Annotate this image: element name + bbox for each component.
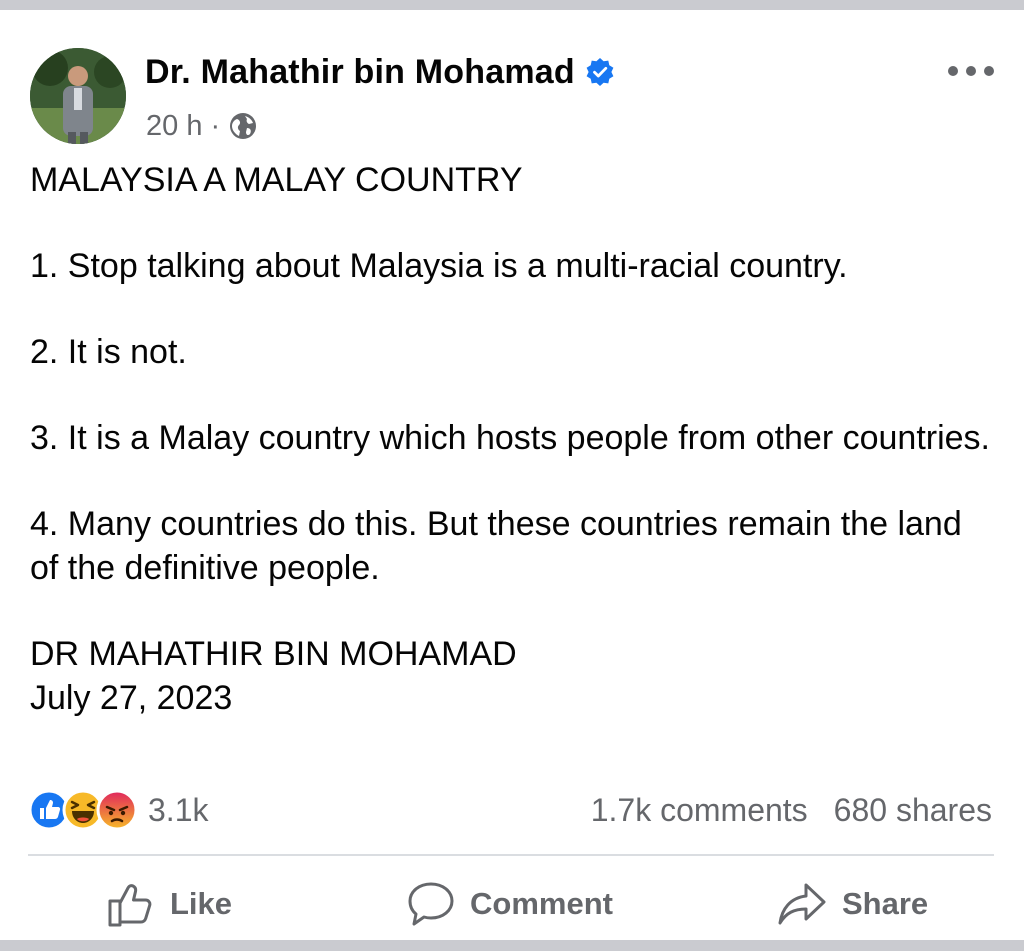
more-options-button[interactable] (948, 56, 994, 86)
post-point-1: 1. Stop talking about Malaysia is a mult… (30, 247, 848, 285)
comment-label: Comment (470, 886, 613, 921)
post-point-2: 2. It is not. (30, 333, 187, 371)
author-header: Dr. Mahathir bin Mohamad (145, 50, 615, 94)
feed-separator (0, 940, 1024, 951)
share-button[interactable]: Share (776, 876, 928, 932)
post-signature: DR MAHATHIR BIN MOHAMAD (30, 635, 517, 673)
comments-count[interactable]: 1.7k comments (591, 792, 808, 829)
post-meta: 20 h · (146, 106, 258, 146)
post-point-4: 4. Many countries do this. But these cou… (30, 505, 962, 587)
more-dot (984, 66, 994, 76)
post-card: Dr. Mahathir bin Mohamad 20 h · MALAYSIA… (0, 10, 1024, 940)
more-dot (948, 66, 958, 76)
post-date: July 27, 2023 (30, 679, 233, 717)
post-heading: MALAYSIA A MALAY COUNTRY (30, 161, 523, 199)
engagement-stats: 1.7k comments 680 shares (591, 786, 992, 834)
reactions-count: 3.1k (148, 791, 209, 828)
share-icon (778, 883, 826, 925)
verified-badge-icon (586, 58, 614, 86)
profile-photo (30, 48, 126, 144)
comment-icon (408, 882, 454, 926)
avatar[interactable] (30, 48, 126, 144)
like-button[interactable]: Like (106, 876, 232, 932)
post-time[interactable]: 20 h (146, 110, 202, 143)
divider (28, 854, 994, 856)
post-text: MALAYSIA A MALAY COUNTRY 1. Stop talking… (30, 158, 990, 720)
post-point-3: 3. It is a Malay country which hosts peo… (30, 419, 991, 457)
share-label: Share (842, 886, 929, 921)
shares-count[interactable]: 680 shares (834, 792, 992, 829)
more-dot (966, 66, 976, 76)
comment-button[interactable]: Comment (406, 876, 613, 932)
reaction-icons (28, 789, 138, 831)
meta-separator: · (210, 109, 221, 142)
angry-reaction-icon (96, 789, 138, 831)
globe-icon (230, 113, 257, 139)
author-name[interactable]: Dr. Mahathir bin Mohamad (145, 53, 575, 92)
thumbs-up-icon (108, 884, 152, 927)
like-label: Like (170, 886, 233, 921)
reactions-summary[interactable]: 3.1k (28, 786, 208, 834)
